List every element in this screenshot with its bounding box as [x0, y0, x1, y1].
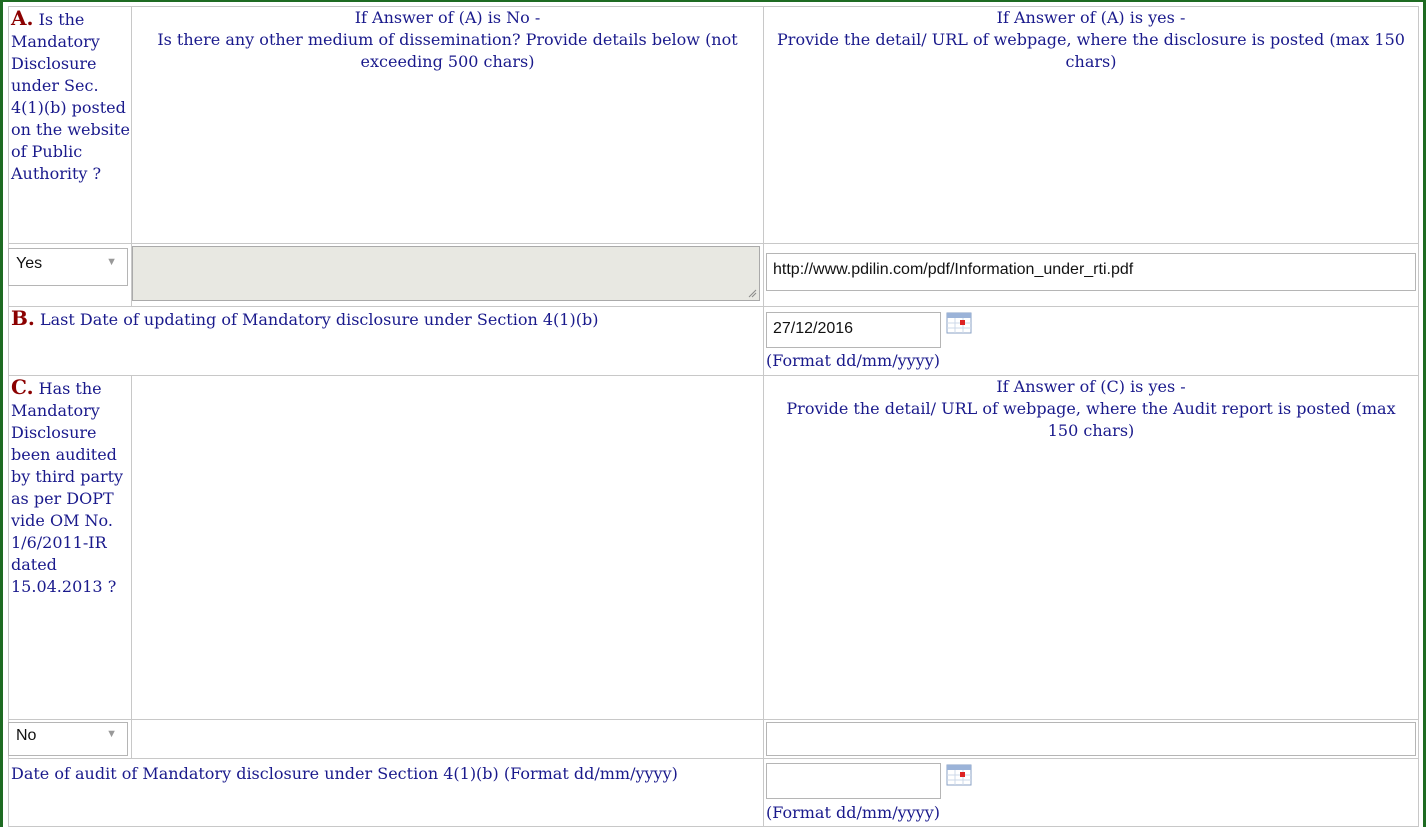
section-c-label: C.	[11, 375, 34, 399]
section-c-middle-cell	[131, 719, 764, 759]
section-a-answer-select[interactable]: Yes ▼	[8, 248, 128, 286]
section-b-question-cell: B. Last Date of updating of Mandatory di…	[8, 306, 764, 376]
section-c-url-input[interactable]	[766, 722, 1416, 756]
section-b-date-input[interactable]: 27/12/2016	[766, 312, 941, 348]
section-a-question-cell: A. Is the Mandatory Disclosure under Sec…	[8, 6, 132, 244]
audit-date-question-cell: Date of audit of Mandatory disclosure un…	[8, 758, 764, 827]
section-a-question: Is the Mandatory Disclosure under Sec. 4…	[11, 10, 130, 183]
audit-date-input[interactable]	[766, 763, 941, 799]
section-a-yes-header-cell: If Answer of (A) is yes - Provide the de…	[763, 6, 1419, 244]
section-a-url-value: http://www.pdilin.com/pdf/Information_un…	[773, 261, 1134, 278]
section-a-dissemination-textarea[interactable]	[132, 246, 760, 301]
section-a-url-input[interactable]: http://www.pdilin.com/pdf/Information_un…	[766, 253, 1416, 291]
calendar-icon[interactable]	[946, 764, 972, 786]
section-a-label: A.	[11, 6, 34, 30]
section-c-yes-header-line2: Provide the detail/ URL of webpage, wher…	[786, 399, 1396, 440]
chevron-down-icon: ▼	[106, 728, 117, 740]
resize-grip-icon[interactable]	[747, 288, 757, 298]
section-c-yes-header-line1: If Answer of (C) is yes -	[996, 377, 1186, 396]
section-b-label: B.	[11, 306, 35, 330]
calendar-icon[interactable]	[946, 312, 972, 334]
audit-date-format-hint: (Format dd/mm/yyyy)	[766, 803, 940, 822]
section-a-no-header-cell: If Answer of (A) is No - Is there any ot…	[131, 6, 764, 244]
section-a-no-header-line2: Is there any other medium of disseminati…	[157, 30, 738, 71]
section-c-answer-value: No	[16, 727, 37, 744]
section-c-yes-header-cell: If Answer of (C) is yes - Provide the de…	[763, 375, 1419, 720]
section-c-question: Has the Mandatory Disclosure been audite…	[11, 379, 124, 596]
section-b-question: Last Date of updating of Mandatory discl…	[39, 310, 599, 329]
section-c-answer-select[interactable]: No ▼	[8, 722, 128, 756]
section-b-date-value: 27/12/2016	[773, 320, 854, 337]
section-a-answer-value: Yes	[16, 255, 43, 272]
chevron-down-icon: ▼	[106, 256, 117, 268]
section-c-question-cell: C. Has the Mandatory Disclosure been aud…	[8, 375, 132, 720]
section-b-format-hint: (Format dd/mm/yyyy)	[766, 351, 940, 370]
section-a-yes-header-line1: If Answer of (A) is yes -	[996, 8, 1186, 27]
section-c-middle-header-cell	[131, 375, 764, 720]
section-a-yes-header-line2: Provide the detail/ URL of webpage, wher…	[777, 30, 1405, 71]
audit-date-question: Date of audit of Mandatory disclosure un…	[11, 764, 678, 783]
section-a-no-header-line1: If Answer of (A) is No -	[354, 8, 541, 27]
